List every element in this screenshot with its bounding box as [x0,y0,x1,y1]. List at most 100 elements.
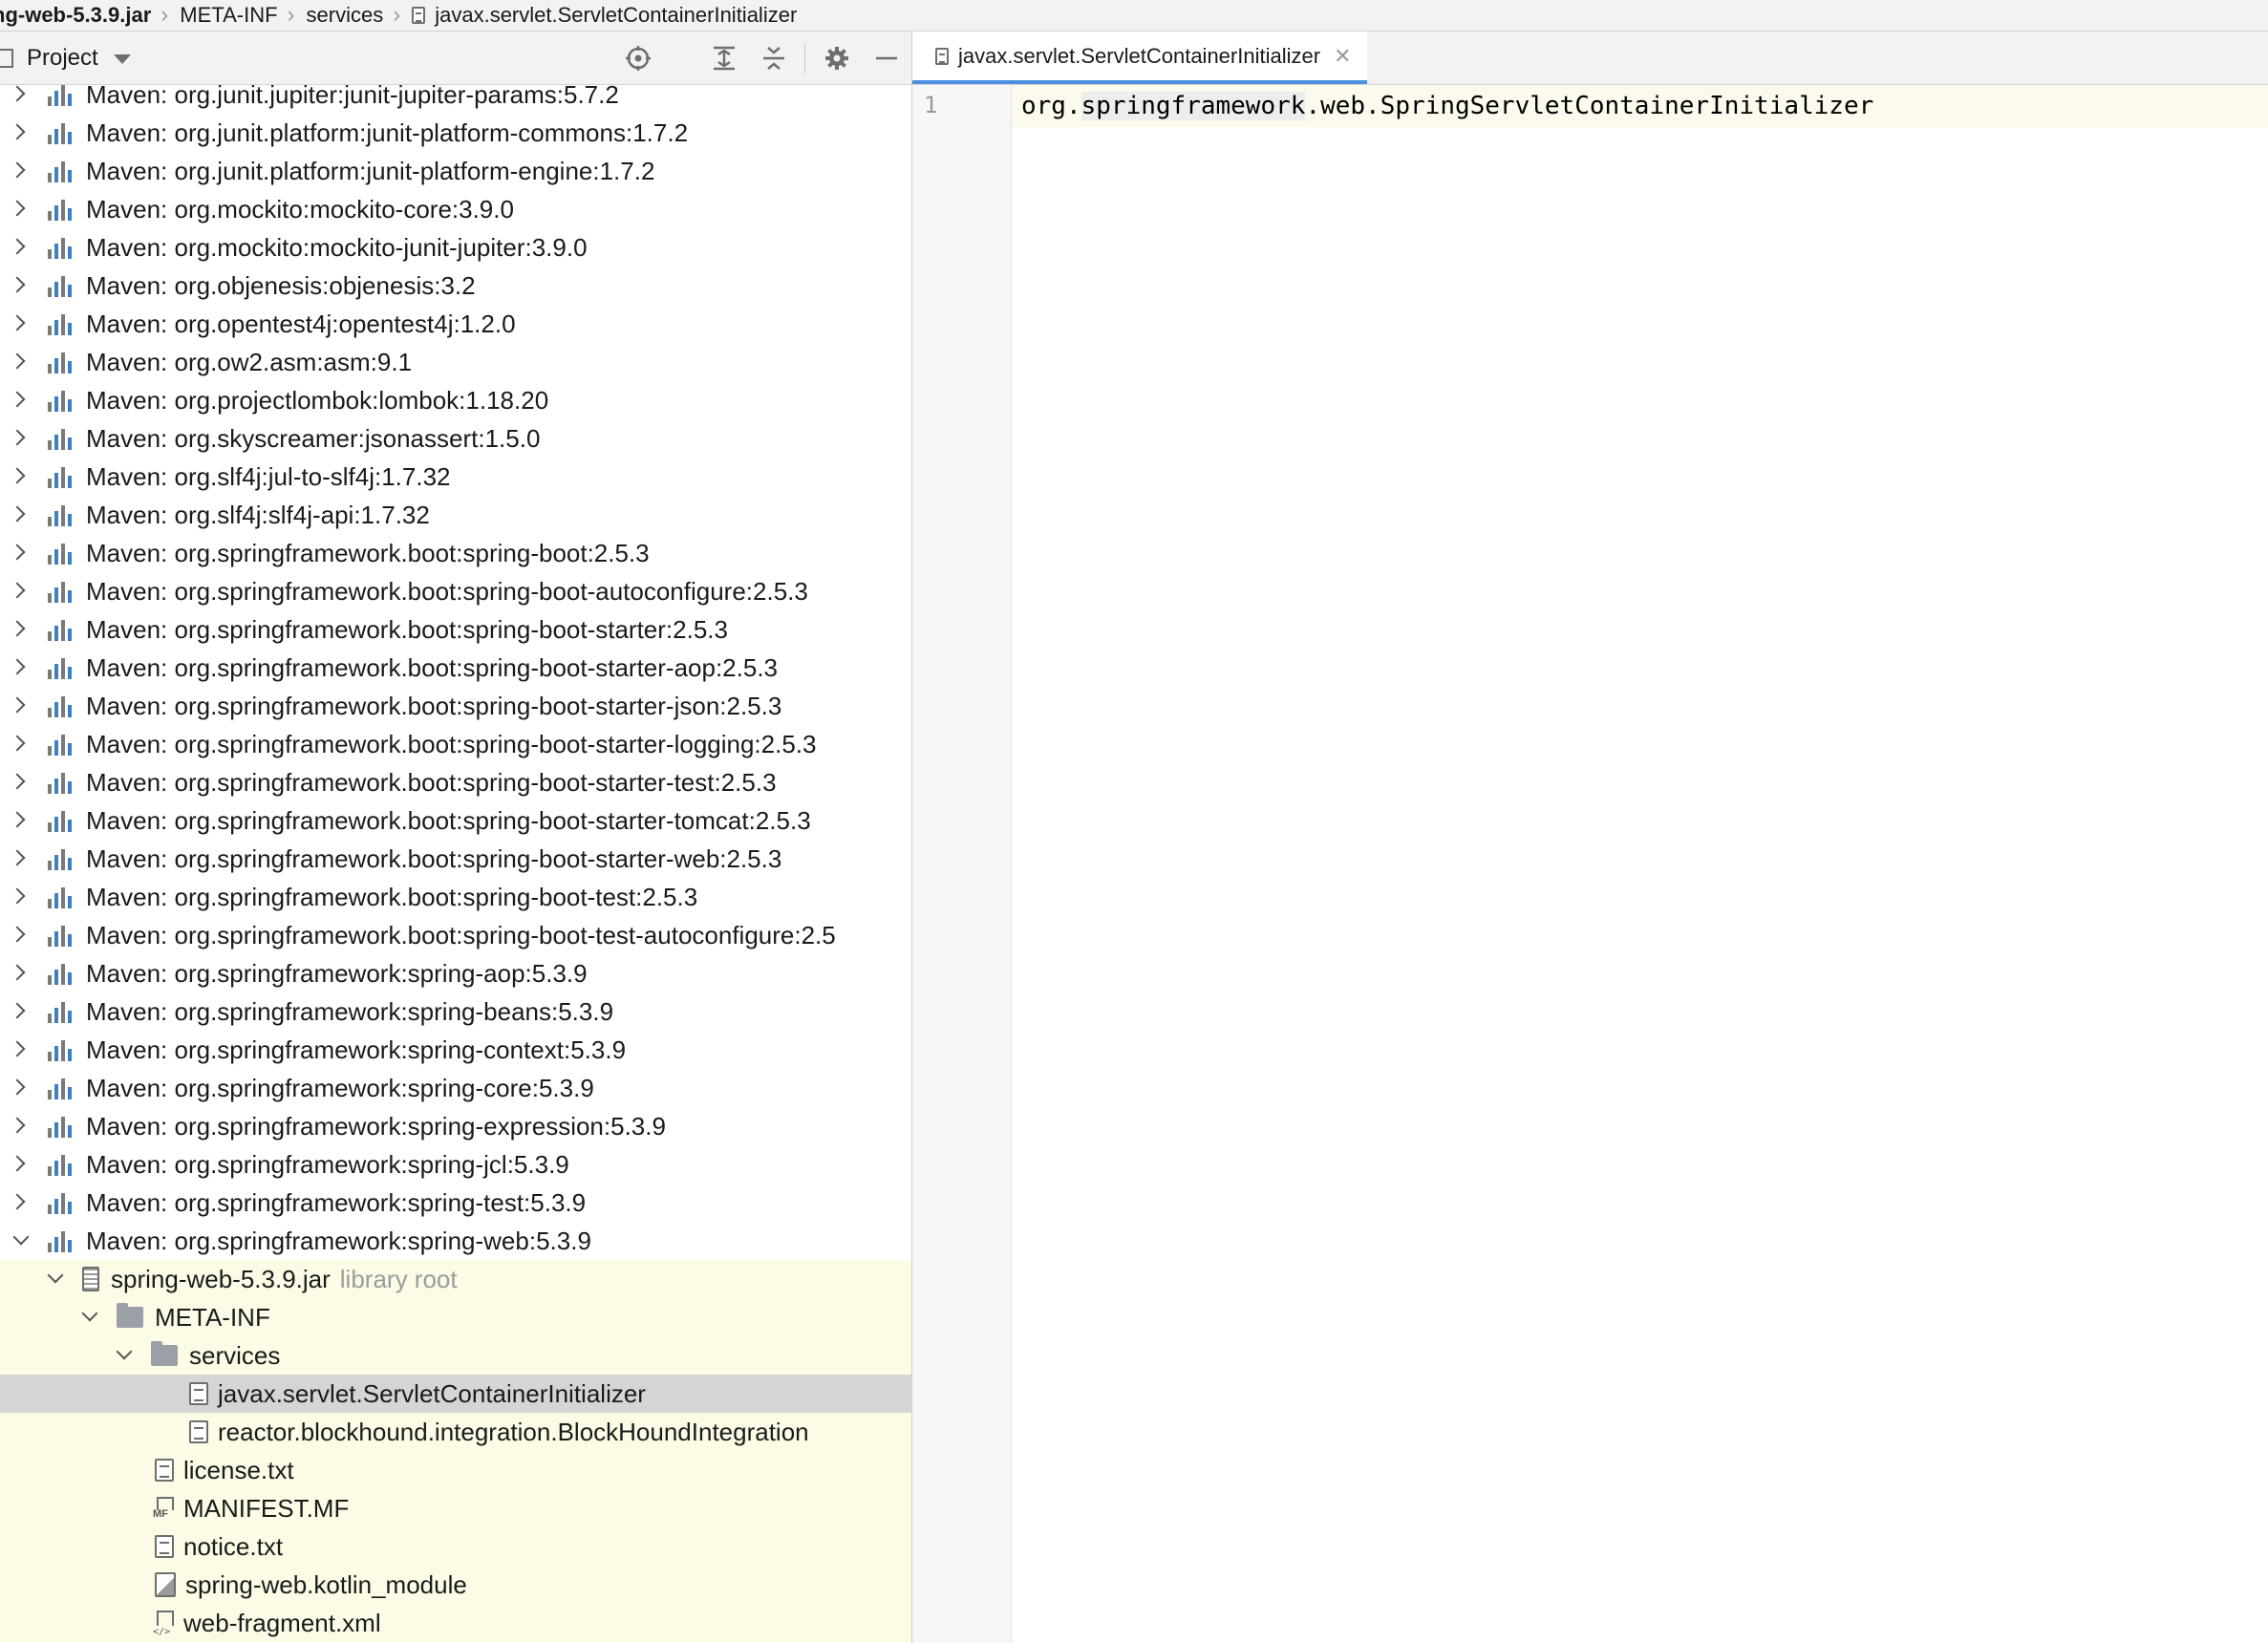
chevron-right-icon[interactable] [11,890,25,904]
chevron-right-icon[interactable] [11,355,25,369]
library-icon [48,733,76,756]
tree-row-library[interactable]: Maven: org.springframework.boot:spring-b… [0,801,911,840]
tree-row-library[interactable]: Maven: org.junit.platform:junit-platform… [0,114,911,152]
tree-row-library[interactable]: Maven: org.springframework.boot:spring-b… [0,725,911,763]
tree-row-library[interactable]: Maven: org.skyscreamer:jsonassert:1.5.0 [0,419,911,458]
editor-tab-active[interactable]: javax.servlet.ServletContainerInitialize… [912,32,1367,84]
text-file-icon [189,1382,208,1405]
locate-icon[interactable] [623,43,653,74]
tree-row-library[interactable]: Maven: org.junit.platform:junit-platform… [0,152,911,190]
tree-row-library[interactable]: Maven: org.springframework.boot:spring-b… [0,572,911,610]
tree-row-library[interactable]: Maven: org.springframework:spring-aop:5.… [0,954,911,992]
chevron-right-icon[interactable] [11,852,25,865]
tree-row-library[interactable]: Maven: org.springframework:spring-jcl:5.… [0,1145,911,1184]
tree-row-library[interactable]: Maven: org.opentest4j:opentest4j:1.2.0 [0,305,911,343]
tree-row-library[interactable]: Maven: org.slf4j:jul-to-slf4j:1.7.32 [0,458,911,496]
tree-row-library[interactable]: Maven: org.springframework:spring-beans:… [0,992,911,1031]
chevron-right-icon[interactable] [11,394,25,407]
chevron-right-icon[interactable] [11,164,25,178]
project-view-selector[interactable]: Project [27,45,98,72]
tree-row-service-file[interactable]: reactor.blockhound.integration.BlockHoun… [0,1413,911,1451]
tree-row-library[interactable]: Maven: org.mockito:mockito-core:3.9.0 [0,190,911,228]
tree-row-library[interactable]: Maven: org.springframework.boot:spring-b… [0,878,911,916]
chevron-right-icon[interactable] [11,1005,25,1018]
chevron-right-icon[interactable] [11,508,25,522]
tree-row-library[interactable]: Maven: org.springframework.boot:spring-b… [0,763,911,801]
tree-row-library[interactable]: Maven: org.springframework:spring-test:5… [0,1184,911,1222]
breadcrumb-item-meta-inf[interactable]: META-INF [180,3,287,28]
tree-row-library[interactable]: Maven: org.ow2.asm:asm:9.1 [0,343,911,381]
chevron-right-icon[interactable] [11,546,25,560]
chevron-right-icon[interactable] [11,1081,25,1095]
breadcrumb-item-file[interactable]: javax.servlet.ServletContainerInitialize… [412,3,806,28]
tree-row-library[interactable]: Maven: org.springframework.boot:spring-b… [0,534,911,572]
close-icon[interactable]: ✕ [1334,44,1351,69]
tree-row-library[interactable]: Maven: org.mockito:mockito-junit-jupiter… [0,228,911,267]
chevron-right-icon[interactable] [11,203,25,216]
collapse-all-icon[interactable] [759,43,789,74]
tree-row-services[interactable]: services [0,1336,911,1375]
tree-row-library[interactable]: Maven: org.slf4j:slf4j-api:1.7.32 [0,496,911,534]
chevron-right-icon[interactable] [11,317,25,331]
tree-row-library[interactable]: Maven: org.springframework.boot:spring-b… [0,916,911,954]
code-line[interactable]: org.springframework.web.SpringServletCon… [1021,92,1873,120]
minimize-icon[interactable] [871,43,902,74]
chevron-right-icon[interactable] [11,737,25,751]
chevron-right-icon[interactable] [11,126,25,139]
chevron-right-icon[interactable] [11,661,25,674]
tree-row-library[interactable]: Maven: org.junit.jupiter:junit-jupiter-p… [0,85,911,114]
chevron-right-icon[interactable] [11,432,25,445]
chevron-right-icon[interactable] [11,699,25,713]
chevron-right-icon[interactable] [11,1120,25,1133]
tree-row-label: Maven: org.junit.platform:junit-platform… [86,117,689,147]
tree-row-spring-web[interactable]: Maven: org.springframework:spring-web:5.… [0,1222,911,1260]
chevron-down-icon[interactable] [118,1349,132,1362]
gear-icon[interactable] [822,43,852,74]
chevron-right-icon[interactable] [11,279,25,292]
tree-row-manifest[interactable]: MF MANIFEST.MF [0,1489,911,1527]
chevron-right-icon[interactable] [11,928,25,942]
chevron-down-icon[interactable] [113,54,131,64]
tree-row-library[interactable]: Maven: org.objenesis:objenesis:3.2 [0,267,911,305]
library-root-hint: library root [339,1264,458,1293]
project-tree: Maven: org.junit.jupiter:junit-jupiter-p… [0,85,911,1643]
tree-row-jar[interactable]: spring-web-5.3.9.jar library root [0,1260,911,1298]
tree-row-service-file-selected[interactable]: javax.servlet.ServletContainerInitialize… [0,1375,911,1413]
tree-row-library[interactable]: Maven: org.projectlombok:lombok:1.18.20 [0,381,911,419]
tree-row-library[interactable]: Maven: org.springframework.boot:spring-b… [0,840,911,878]
tree-row-meta-inf[interactable]: META-INF [0,1298,911,1336]
library-icon [48,924,76,947]
chevron-down-icon[interactable] [50,1272,63,1286]
chevron-right-icon[interactable] [11,88,25,101]
expand-all-icon[interactable] [709,43,739,74]
tree-row-web-fragment[interactable]: web-fragment.xml [0,1604,911,1642]
chevron-right-icon[interactable] [11,1043,25,1056]
tree-row-library[interactable]: Maven: org.springframework.boot:spring-b… [0,610,911,649]
tree-row-library[interactable]: Maven: org.springframework.boot:spring-b… [0,687,911,725]
tree-row-kotlin-module[interactable]: spring-web.kotlin_module [0,1566,911,1604]
tree-row-library[interactable]: Maven: org.springframework:spring-expres… [0,1107,911,1145]
chevron-right-icon[interactable] [11,241,25,254]
chevron-right-icon[interactable] [11,814,25,827]
tree-row-label: Maven: org.springframework.boot:spring-b… [86,729,817,758]
chevron-right-icon[interactable] [11,470,25,483]
tree-row-library[interactable]: Maven: org.springframework:spring-contex… [0,1031,911,1069]
chevron-down-icon[interactable] [84,1311,97,1324]
tree-row-license-txt[interactable]: license.txt [0,1451,911,1489]
chevron-right-icon[interactable] [11,967,25,980]
library-icon [48,351,76,373]
breadcrumb-item-jar[interactable]: ng-web-5.3.9.jar [0,3,160,28]
library-icon [48,656,76,679]
tree-row-library[interactable]: Maven: org.springframework.boot:spring-b… [0,649,911,687]
chevron-right-icon[interactable] [11,623,25,636]
chevron-right-icon[interactable] [11,1158,25,1171]
editor-text-area[interactable]: org.springframework.web.SpringServletCon… [1012,85,2268,1643]
chevron-right-icon[interactable] [11,585,25,598]
tree-row-notice-txt[interactable]: notice.txt [0,1527,911,1566]
chevron-right-icon[interactable] [11,776,25,789]
tree-row-library[interactable]: Maven: org.springframework:spring-core:5… [0,1069,911,1107]
chevron-right-icon[interactable] [11,1196,25,1209]
breadcrumb-item-services[interactable]: services [307,3,394,28]
breadcrumb: ng-web-5.3.9.jar › META-INF › services ›… [0,0,2268,32]
chevron-down-icon[interactable] [15,1234,29,1248]
